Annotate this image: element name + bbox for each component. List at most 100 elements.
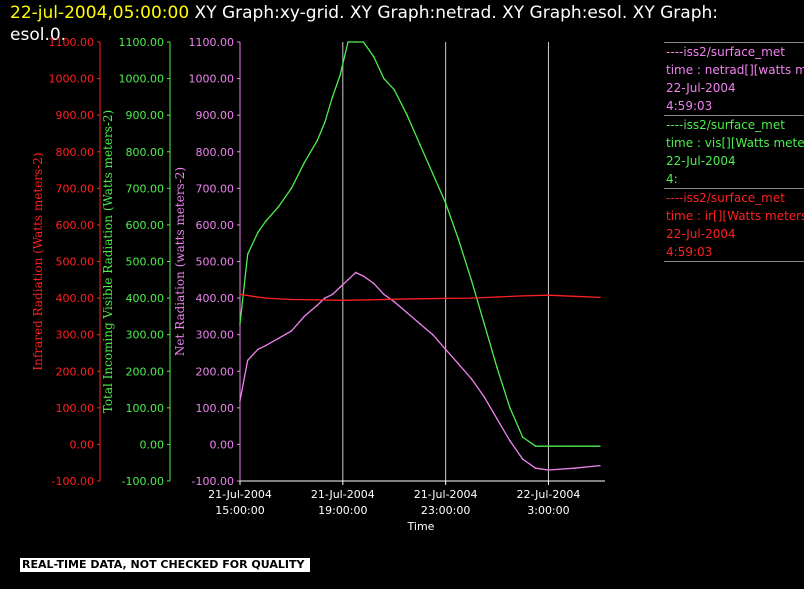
y-tick-label: 700.00	[56, 182, 95, 195]
data-point-ir	[573, 295, 575, 298]
y-tick-label: 1000.00	[189, 73, 235, 86]
y-tick-label: -100.00	[122, 475, 164, 488]
data-point-vis	[534, 445, 537, 448]
data-point-net	[303, 315, 306, 318]
x-tick-time: 19:00:00	[318, 504, 367, 517]
legend-entry-netrad: ----iss2/surface_met time : netrad[][wat…	[664, 42, 804, 115]
legend-source: ----iss2/surface_met	[666, 191, 785, 205]
y-tick-label: 400.00	[126, 292, 165, 305]
data-point-vis	[393, 88, 396, 91]
y-tick-label: 400.00	[56, 292, 95, 305]
data-point-vis	[599, 445, 601, 448]
y-axis-title: Infrared Radiation (Watts meters-2)	[31, 152, 45, 370]
data-point-net	[406, 311, 408, 314]
data-point-vis	[324, 121, 326, 124]
data-point-vis	[246, 253, 249, 255]
y-tick-label: 300.00	[56, 329, 95, 342]
data-point-ir	[521, 295, 524, 297]
y-tick-label: 800.00	[56, 146, 95, 159]
legend: ----iss2/surface_met time : netrad[][wat…	[664, 42, 804, 262]
series-line-net	[239, 271, 600, 471]
y-tick-label: 100.00	[56, 402, 95, 415]
data-point-net	[347, 278, 349, 281]
y-tick-label: 400.00	[196, 292, 235, 305]
data-point-ir	[547, 294, 550, 296]
data-point-vis	[339, 74, 342, 76]
data-point-vis	[419, 143, 421, 146]
series-line-vis	[239, 41, 600, 447]
legend-date: 22-Jul-2004	[666, 227, 736, 241]
legend-field: time : vis[][Watts meters^-2]	[666, 136, 804, 150]
y-tick-label: 500.00	[56, 256, 95, 269]
data-point-net	[239, 399, 241, 402]
data-point-net	[483, 396, 485, 398]
y-tick-label: 1100.00	[49, 36, 95, 49]
y-tick-label: 700.00	[126, 182, 165, 195]
data-point-vis	[444, 202, 447, 204]
y-tick-label: 900.00	[56, 109, 95, 122]
data-point-vis	[521, 436, 524, 438]
data-point-net	[331, 293, 334, 296]
data-point-vis	[547, 445, 550, 448]
y-tick-label: 1000.00	[49, 73, 95, 86]
y-tick-label: 600.00	[56, 219, 95, 232]
data-point-ir	[252, 295, 254, 298]
data-point-ir	[470, 297, 473, 299]
data-point-vis	[383, 77, 385, 80]
data-point-vis	[573, 445, 575, 448]
data-point-vis	[509, 407, 511, 409]
legend-time: 4:	[666, 172, 678, 186]
y-tick-label: 1100.00	[189, 36, 235, 49]
data-point-vis	[457, 238, 460, 241]
data-point-ir	[239, 293, 241, 296]
data-point-net	[509, 439, 511, 442]
y-tick-label: 0.00	[140, 438, 165, 451]
data-point-net	[290, 330, 293, 332]
y-tick-label: -100.00	[192, 475, 234, 488]
y-tick-label: 500.00	[196, 256, 235, 269]
y-tick-label: 100.00	[196, 402, 235, 415]
data-point-vis	[290, 187, 293, 190]
y-tick-label: 1100.00	[119, 36, 165, 49]
data-point-net	[419, 322, 421, 325]
data-point-net	[431, 333, 434, 336]
data-point-vis	[362, 41, 365, 43]
y-tick-label: 700.00	[196, 182, 235, 195]
data-point-vis	[257, 231, 259, 234]
data-point-net	[547, 469, 550, 471]
data-point-ir	[599, 296, 601, 299]
data-point-net	[324, 297, 326, 299]
data-point-ir	[316, 299, 318, 301]
quality-disclaimer: REAL-TIME DATA, NOT CHECKED FOR QUALITY	[20, 558, 310, 572]
y-tick-label: 0.00	[210, 438, 235, 451]
data-point-net	[444, 348, 447, 351]
data-point-ir	[393, 298, 396, 300]
data-point-vis	[372, 55, 375, 58]
y-tick-label: 100.00	[126, 402, 165, 415]
legend-source: ----iss2/surface_met	[666, 45, 785, 59]
data-point-vis	[406, 114, 408, 116]
data-point-vis	[347, 41, 349, 43]
data-point-vis	[431, 172, 434, 175]
data-point-vis	[303, 161, 306, 164]
y-tick-label: 300.00	[126, 329, 165, 342]
legend-time: 4:59:03	[666, 99, 713, 113]
y-tick-label: 200.00	[126, 365, 165, 378]
legend-entry-vis: ----iss2/surface_met time : vis[][Watts …	[664, 115, 804, 188]
legend-date: 22-Jul-2004	[666, 81, 736, 95]
legend-divider	[664, 261, 804, 262]
legend-source: ----iss2/surface_met	[666, 118, 785, 132]
data-point-net	[316, 304, 318, 307]
data-point-net	[599, 464, 601, 467]
y-tick-label: 1000.00	[119, 73, 165, 86]
data-point-ir	[367, 299, 370, 301]
data-point-vis	[496, 366, 498, 369]
y-tick-label: 0.00	[70, 438, 95, 451]
data-point-net	[393, 300, 396, 303]
data-point-net	[246, 359, 249, 362]
data-point-net	[354, 271, 357, 274]
y-tick-label: 600.00	[126, 219, 165, 232]
data-point-net	[573, 467, 575, 469]
y-tick-label: 900.00	[196, 109, 235, 122]
data-point-vis	[264, 220, 267, 223]
